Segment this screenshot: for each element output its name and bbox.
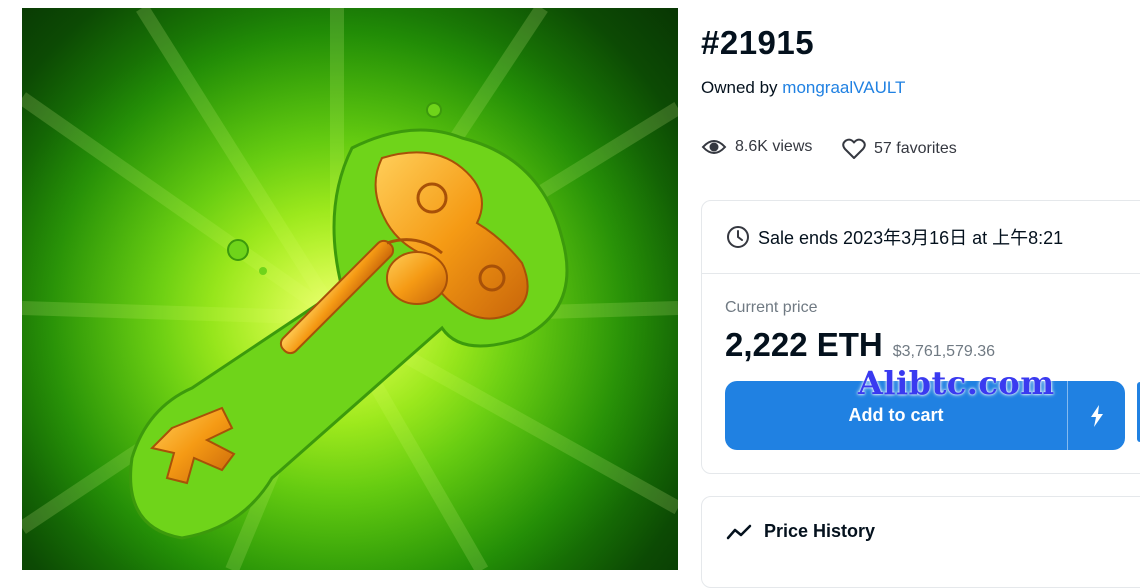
price-history-panel[interactable]: Price History xyxy=(701,496,1140,588)
owner-line: Owned by mongraalVAULT xyxy=(701,78,905,98)
favorites-stat[interactable]: 57 favorites xyxy=(842,138,957,160)
price-eth: 2,222 ETH xyxy=(725,326,883,363)
lightning-icon xyxy=(1090,404,1103,427)
clock-icon xyxy=(727,226,749,248)
golden-key-illustration xyxy=(22,8,678,570)
watermark: Alibtc.com xyxy=(858,364,1055,402)
buy-now-button[interactable] xyxy=(1068,381,1125,450)
favorites-count: 57 favorites xyxy=(874,140,957,157)
heart-icon[interactable] xyxy=(842,138,866,160)
sale-ends-header: Sale ends 2023年3月16日 at 上午8:21 xyxy=(702,201,1140,274)
owner-link[interactable]: mongraalVAULT xyxy=(782,78,905,97)
views-stat: 8.6K views xyxy=(701,138,812,156)
sale-ends-text: Sale ends 2023年3月16日 at 上午8:21 xyxy=(758,228,1064,248)
owned-by-label: Owned by xyxy=(701,78,778,97)
price-row: 2,222 ETH $3,761,579.36 xyxy=(725,326,995,364)
price-usd: $3,761,579.36 xyxy=(892,343,996,360)
nft-artwork[interactable] xyxy=(22,8,678,570)
trending-line-icon xyxy=(726,524,752,539)
eye-icon xyxy=(701,140,727,154)
item-title: #21915 xyxy=(701,24,815,61)
price-history-header[interactable]: Price History xyxy=(726,521,875,542)
current-price-label: Current price xyxy=(725,299,818,316)
sale-card: Sale ends 2023年3月16日 at 上午8:21 Current p… xyxy=(701,200,1140,474)
views-count: 8.6K views xyxy=(735,138,813,155)
price-history-label: Price History xyxy=(764,521,876,541)
